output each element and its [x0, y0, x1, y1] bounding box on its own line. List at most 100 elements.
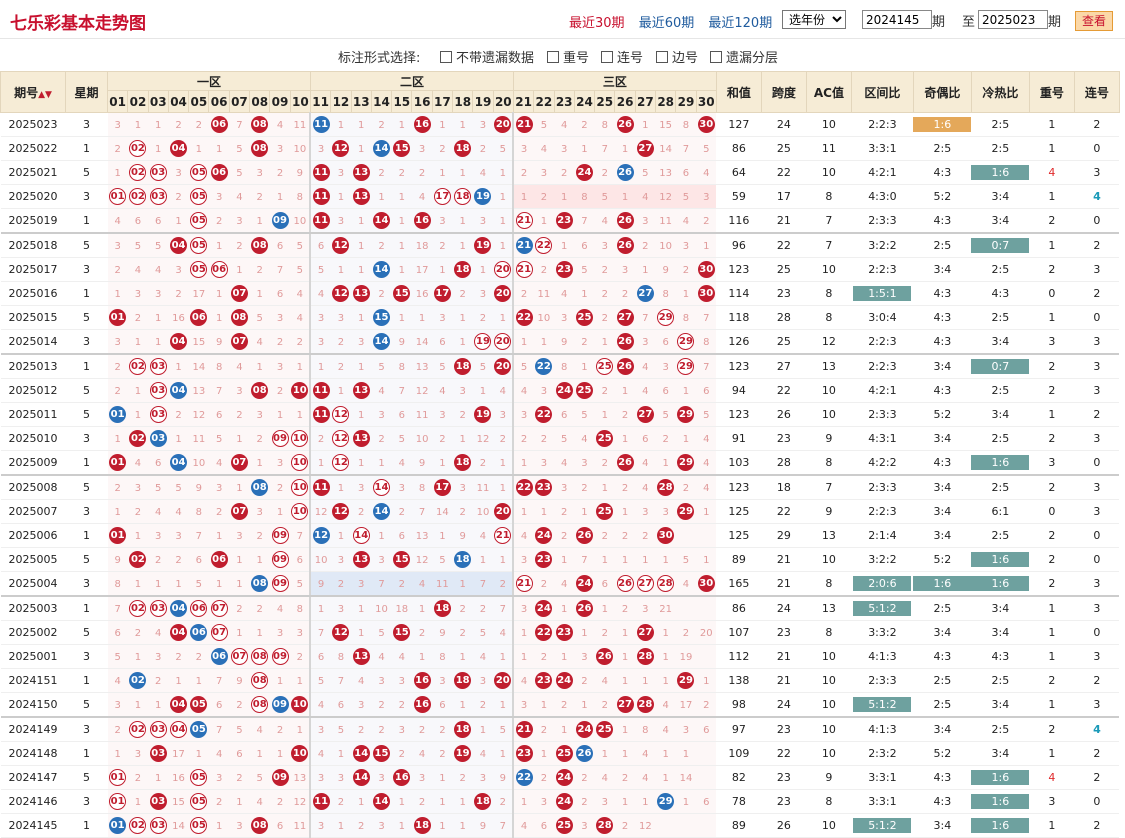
miss-count: 4	[398, 652, 405, 663]
miss-count-cell: 1	[208, 281, 230, 306]
col-header-number: 12	[330, 90, 352, 113]
option-layer[interactable]: 遗漏分层	[710, 47, 778, 66]
drawn-ball: 07	[230, 648, 248, 665]
checkbox-icon[interactable]	[656, 51, 668, 63]
miss-count: 1	[459, 216, 466, 227]
miss-count: 2	[378, 725, 385, 736]
weekday: 5	[65, 547, 108, 572]
miss-count: 2	[459, 410, 466, 421]
miss-count: 4	[317, 700, 325, 711]
period-id: 2025020	[0, 184, 66, 209]
miss-count-cell: 1	[614, 426, 636, 451]
miss-count: 1	[662, 555, 669, 566]
miss-count: 7	[479, 579, 487, 590]
col-header-stat-3: AC值	[805, 71, 852, 113]
miss-count-cell: 5	[675, 547, 697, 572]
miss-count: 9	[418, 458, 426, 469]
miss-count: 1	[642, 676, 649, 687]
miss-count: 5	[703, 144, 710, 155]
miss-count: 2	[418, 168, 426, 179]
ball-cell: 11	[310, 378, 331, 403]
miss-count-cell: 5	[513, 354, 534, 379]
checkbox-icon[interactable]	[601, 51, 613, 63]
range-30-link[interactable]: 最近30期	[569, 16, 625, 31]
miss-count-cell	[696, 644, 717, 669]
drawn-ball: 06	[210, 551, 228, 568]
miss-count-cell: 1	[432, 813, 453, 838]
miss-count: 3	[337, 313, 345, 324]
miss-count: 4	[317, 749, 325, 760]
ball-cell: 25	[594, 426, 615, 451]
ball-cell: 14	[371, 208, 392, 234]
to-period-input[interactable]	[978, 10, 1048, 29]
query-button[interactable]: 查看	[1075, 11, 1113, 31]
sort-icon[interactable]: ▲▼	[38, 90, 52, 100]
miss-count: 3	[398, 676, 405, 687]
ball-cell: 03	[148, 717, 169, 742]
miss-count-cell: 2	[472, 450, 494, 476]
miss-count-cell: 2	[533, 765, 555, 790]
sum-value: 78	[716, 789, 762, 814]
miss-count-cell: 2	[249, 523, 270, 548]
miss-count-cell: 1	[614, 741, 636, 766]
checkbox-icon[interactable]	[547, 51, 559, 63]
miss-count-cell: 2	[208, 789, 230, 814]
option-consecutive[interactable]: 连号	[601, 47, 643, 66]
ball-cell: 01	[107, 789, 128, 814]
year-select[interactable]: 选年份	[782, 10, 846, 29]
odd-even-ratio: 3:4	[933, 263, 952, 276]
zone-ratio: 3:3:1	[868, 795, 897, 808]
miss-count-cell: 1	[127, 378, 149, 403]
col-header-period[interactable]: 期号▲▼	[0, 71, 66, 113]
checkbox-icon[interactable]	[710, 51, 722, 63]
ball-cell: 19	[472, 402, 494, 427]
drawn-ball: 20	[494, 261, 512, 278]
miss-count: 3	[256, 168, 263, 179]
miss-count-cell: 3	[513, 596, 534, 621]
drawn-ball: 21	[515, 575, 533, 592]
option-no-missing[interactable]: 不带遗漏数据	[440, 47, 534, 66]
miss-count-cell: 4	[635, 765, 656, 790]
ball-cell: 18	[452, 668, 473, 693]
miss-count-cell: 3	[371, 765, 392, 790]
miss-count: 2	[236, 410, 243, 421]
checkbox-icon[interactable]	[440, 51, 452, 63]
odd-even-ratio-cell: 4:3	[913, 305, 972, 330]
miss-count-cell: 3	[269, 305, 291, 330]
miss-count: 1	[662, 652, 669, 663]
miss-count-cell: 13	[655, 160, 676, 185]
drawn-ball: 23	[555, 261, 573, 278]
ball-cell: 14	[371, 257, 392, 282]
miss-count-cell: 6	[696, 378, 717, 403]
range-120-link[interactable]: 最近120期	[708, 16, 772, 31]
miss-count-cell: 7	[208, 717, 230, 742]
from-period-input[interactable]	[862, 10, 932, 29]
sum-value: 138	[716, 668, 762, 693]
drawn-ball: 19	[474, 237, 492, 254]
miss-count: 9	[662, 265, 669, 276]
miss-count-cell: 4	[107, 668, 128, 693]
option-edge[interactable]: 边号	[656, 47, 698, 66]
range-60-link[interactable]: 最近60期	[639, 16, 695, 31]
cold-hot-ratio-cell: 3:4	[971, 692, 1030, 718]
miss-count: 3	[682, 241, 690, 252]
miss-count: 3	[581, 458, 588, 469]
miss-count-cell: 1	[635, 112, 656, 137]
span-value: 24	[761, 596, 807, 621]
ball-cell: 16	[411, 112, 433, 137]
miss-count: 1	[155, 700, 162, 711]
miss-count-cell: 1	[249, 741, 270, 766]
option-repeat[interactable]: 重号	[547, 47, 589, 66]
consecutive-count: 4	[1074, 717, 1120, 742]
miss-count: 1	[114, 507, 121, 518]
miss-count-cell: 2	[168, 112, 189, 137]
zone-ratio-cell: 2:3:3	[851, 475, 914, 500]
drawn-ball: 22	[535, 406, 553, 423]
miss-count-cell: 2	[574, 112, 595, 137]
drawn-ball: 07	[210, 624, 228, 641]
miss-count-cell: 5	[432, 547, 453, 572]
miss-count-cell: 2	[107, 475, 128, 500]
miss-count-cell: 3	[269, 354, 291, 379]
miss-count-cell: 1	[614, 668, 636, 693]
drawn-ball: 27	[616, 309, 634, 326]
